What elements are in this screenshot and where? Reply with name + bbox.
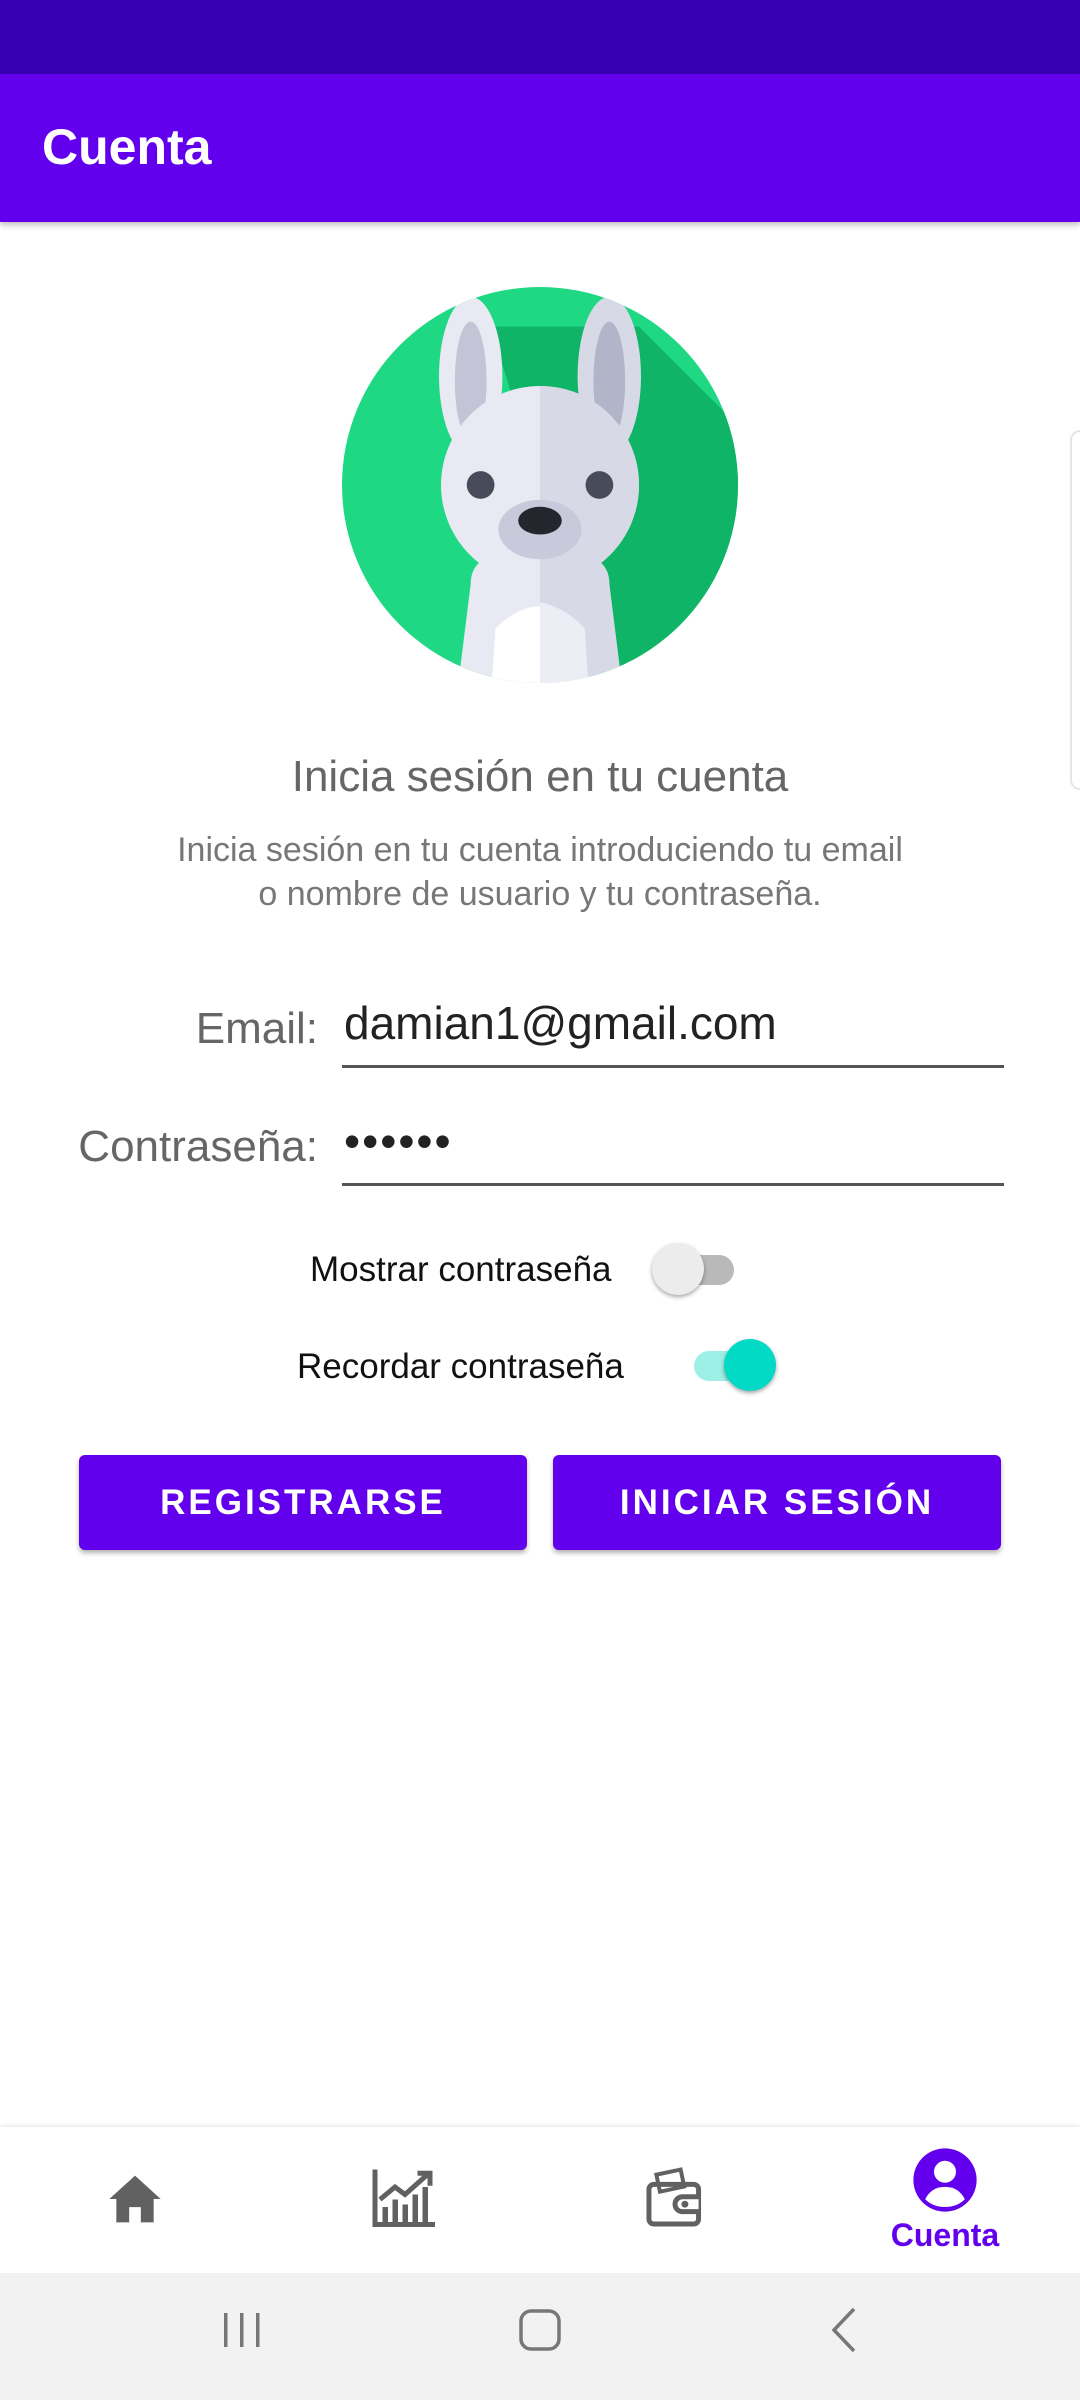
app-bar-title: Cuenta: [42, 119, 212, 175]
rabbit-avatar-icon: [342, 287, 738, 683]
home-button-icon[interactable]: [513, 2303, 567, 2357]
app-bar: Cuenta: [0, 74, 1080, 222]
home-icon: [109, 2175, 161, 2223]
nav-item-home[interactable]: [0, 2127, 270, 2273]
status-bar: [0, 0, 1080, 74]
remember-password-switch[interactable]: [688, 1336, 778, 1392]
email-field[interactable]: [342, 988, 1004, 1068]
wallet-icon: [646, 2167, 702, 2227]
login-description-line1: Inicia sesión en tu cuenta introduciendo…: [177, 831, 903, 869]
nav-item-wallet[interactable]: [540, 2127, 810, 2273]
recent-apps-icon[interactable]: [215, 2303, 269, 2357]
nav-item-chart[interactable]: [270, 2127, 540, 2273]
chart-icon: [372, 2169, 435, 2227]
nav-label-account: Cuenta: [890, 2217, 1000, 2253]
email-label: Email:: [195, 1004, 318, 1053]
back-icon[interactable]: [818, 2303, 872, 2357]
remember-password-label: Recordar contraseña: [297, 1347, 624, 1386]
register-button[interactable]: REGISTRARSE: [79, 1455, 527, 1550]
remember-password-switch-thumb: [724, 1339, 776, 1391]
login-description: Inicia sesión en tu cuenta introduciendo…: [0, 828, 1080, 916]
password-field[interactable]: [342, 1106, 1004, 1186]
account-icon: [913, 2148, 977, 2212]
login-button[interactable]: INICIAR SESIÓN: [553, 1455, 1001, 1550]
login-heading: Inicia sesión en tu cuenta: [291, 752, 789, 801]
bottom-navigation: Cuenta: [0, 2127, 1080, 2273]
system-navigation-bar: [0, 2273, 1080, 2400]
edge-panel-handle[interactable]: [1070, 430, 1080, 790]
show-password-switch-thumb: [652, 1243, 704, 1295]
nav-item-account[interactable]: Cuenta: [810, 2127, 1080, 2273]
password-label: Contraseña:: [78, 1122, 318, 1171]
show-password-label: Mostrar contraseña: [310, 1250, 612, 1289]
show-password-switch[interactable]: [652, 1240, 742, 1296]
login-description-line2: o nombre de usuario y tu contraseña.: [258, 875, 822, 913]
